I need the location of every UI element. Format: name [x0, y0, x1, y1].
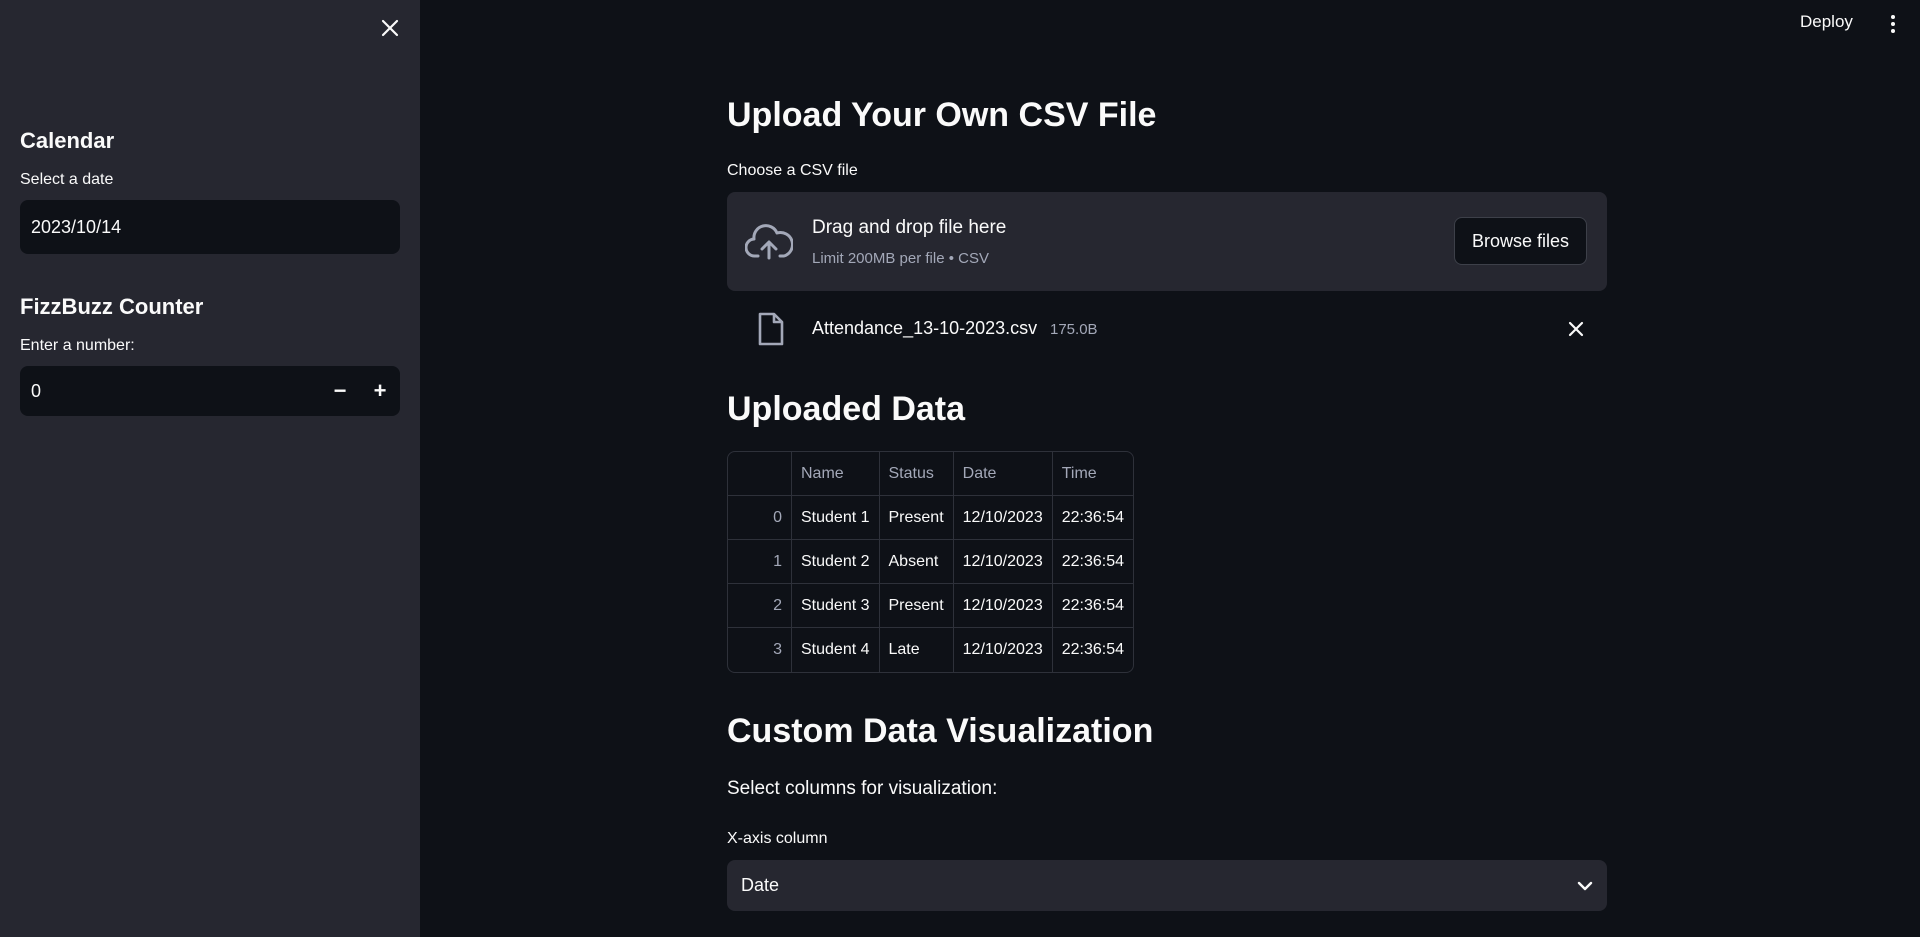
number-label: Enter a number: — [20, 337, 135, 354]
uploaded-data-heading: Uploaded Data — [727, 390, 966, 428]
table-row: 1 Student 2 Absent 12/10/2023 22:36:54 — [728, 540, 1133, 584]
upload-heading: Upload Your Own CSV File — [727, 96, 1157, 134]
table-cell[interactable]: Present — [879, 496, 954, 540]
table-row: 3 Student 4 Late 12/10/2023 22:36:54 — [728, 628, 1133, 672]
column-header[interactable]: Date — [953, 452, 1053, 496]
table-cell[interactable]: 12/10/2023 — [953, 496, 1053, 540]
x-axis-label: X-axis column — [727, 830, 828, 847]
table-cell[interactable]: 22:36:54 — [1052, 496, 1133, 540]
uploaded-file: Attendance_13-10-2023.csv 175.0B — [727, 308, 1607, 350]
file-uploader-label: Choose a CSV file — [727, 162, 858, 179]
sidebar: Calendar Select a date 2023/10/14 FizzBu… — [0, 0, 420, 937]
table-cell[interactable]: 22:36:54 — [1053, 628, 1133, 672]
number-value[interactable]: 0 — [20, 381, 320, 402]
row-index: 0 — [728, 496, 792, 540]
decrement-button[interactable]: − — [320, 366, 360, 416]
table-cell[interactable]: 12/10/2023 — [953, 584, 1053, 628]
table-row: 0 Student 1 Present 12/10/2023 22:36:54 — [728, 496, 1133, 540]
date-label: Select a date — [20, 171, 114, 188]
fizzbuzz-heading: FizzBuzz Counter — [20, 294, 204, 319]
table-cell[interactable]: Late — [880, 628, 954, 672]
dropzone-limit: Limit 200MB per file • CSV — [812, 250, 989, 267]
row-index: 1 — [728, 540, 792, 584]
column-header[interactable]: Name — [792, 452, 880, 496]
viz-subtitle: Select columns for visualization: — [727, 778, 998, 799]
column-header[interactable]: Time — [1052, 452, 1133, 496]
delete-file-button[interactable] — [1563, 316, 1589, 342]
data-table[interactable]: Name Status Date Time 0 Student 1 Presen… — [727, 451, 1134, 673]
x-axis-selected-value: Date — [741, 875, 780, 895]
dropzone-title: Drag and drop file here — [812, 217, 1007, 238]
increment-button[interactable]: + — [360, 366, 400, 416]
table-cell[interactable]: Student 4 — [792, 628, 880, 672]
close-icon — [1568, 321, 1584, 337]
browse-files-button[interactable]: Browse files — [1454, 217, 1587, 265]
chevron-down-icon — [1577, 881, 1593, 890]
file-name: Attendance_13-10-2023.csv — [812, 318, 1038, 338]
date-input[interactable]: 2023/10/14 — [20, 200, 400, 254]
calendar-section: Calendar Select a date 2023/10/14 — [20, 128, 400, 254]
table-cell[interactable]: Absent — [879, 540, 954, 584]
table-cell[interactable]: Student 2 — [792, 540, 880, 584]
table-cell[interactable]: Present — [879, 584, 954, 628]
table-cell[interactable]: 22:36:54 — [1052, 584, 1133, 628]
table-cell[interactable]: Student 3 — [792, 584, 880, 628]
fizzbuzz-section: FizzBuzz Counter Enter a number: 0 − + — [20, 294, 400, 416]
more-vert-icon — [1891, 15, 1895, 19]
main-menu-button[interactable] — [1884, 12, 1902, 36]
table-cell[interactable]: Student 1 — [792, 496, 880, 540]
number-input: 0 − + — [20, 366, 400, 416]
close-icon — [381, 19, 399, 37]
close-sidebar-button[interactable] — [376, 14, 404, 42]
file-icon — [758, 312, 784, 346]
row-index: 3 — [728, 628, 792, 672]
cloud-upload-icon — [745, 224, 793, 260]
row-index: 2 — [728, 584, 792, 628]
column-header[interactable]: Status — [879, 452, 954, 496]
custom-viz-heading: Custom Data Visualization — [727, 712, 1154, 750]
deploy-button[interactable]: Deploy — [1800, 12, 1853, 32]
x-axis-select[interactable]: Date — [727, 860, 1607, 911]
table-cell[interactable]: 22:36:54 — [1052, 540, 1133, 584]
date-value: 2023/10/14 — [31, 216, 122, 237]
table-row: 2 Student 3 Present 12/10/2023 22:36:54 — [728, 584, 1133, 628]
column-header[interactable] — [728, 452, 792, 496]
file-dropzone[interactable]: Drag and drop file here Limit 200MB per … — [727, 192, 1607, 291]
file-size: 175.0B — [1050, 321, 1098, 338]
calendar-heading: Calendar — [20, 128, 115, 153]
table-cell[interactable]: 12/10/2023 — [953, 540, 1053, 584]
table-header-row: Name Status Date Time — [728, 452, 1133, 496]
table-cell[interactable]: 12/10/2023 — [954, 628, 1053, 672]
